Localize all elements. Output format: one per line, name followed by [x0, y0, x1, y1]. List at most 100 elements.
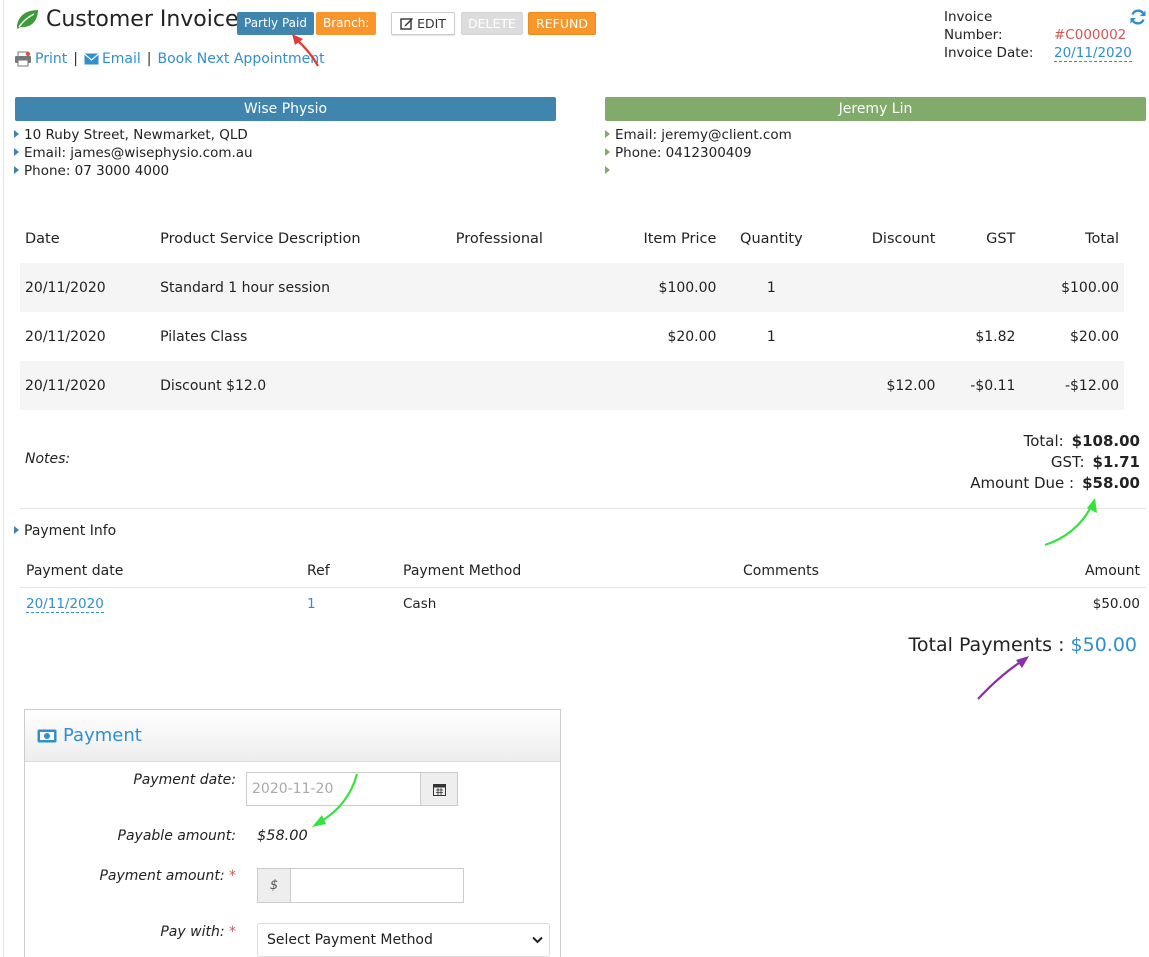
- client-details: Email: jeremy@client.com Phone: 04123004…: [605, 126, 792, 180]
- table-cell: [821, 263, 941, 312]
- payable-amount-value: $58.00: [257, 828, 308, 844]
- table-row: 20/11/2020 Discount $12.0 $12.00 -$0.11 …: [20, 361, 1124, 410]
- table-row: 20/11/2020 Standard 1 hour session $100.…: [20, 263, 1124, 312]
- leaf-icon: [17, 10, 38, 29]
- business-phone: Phone: 07 3000 4000: [24, 163, 170, 179]
- client-email: Email: jeremy@client.com: [615, 127, 792, 143]
- caret-right-icon: [605, 148, 610, 156]
- divider: [20, 508, 1146, 509]
- table-cell: [821, 312, 940, 361]
- column-header: Date: [25, 230, 60, 247]
- edit-icon: [400, 18, 414, 30]
- table-cell: Standard 1 hour session: [155, 263, 451, 312]
- payment-panel: Payment Payment date: 2020-11-20 Payable…: [24, 709, 561, 957]
- edit-button-label: EDIT: [417, 16, 446, 31]
- pay-with-label: Pay with: *: [25, 924, 236, 940]
- business-name-header: Wise Physio: [15, 97, 556, 121]
- table-cell: Cash: [403, 595, 437, 612]
- printer-icon: [15, 51, 31, 67]
- payments-table: Payment date Ref Payment Method Comments…: [20, 556, 1146, 620]
- business-address: 10 Ruby Street, Newmarket, QLD: [24, 127, 248, 143]
- table-cell: 1: [766, 328, 776, 345]
- banknote-icon: [37, 729, 57, 742]
- column-header: Total: [1085, 230, 1119, 247]
- column-header: Payment Method: [397, 556, 737, 588]
- table-cell: $100.00: [563, 263, 722, 312]
- currency-addon: $: [257, 868, 291, 903]
- table-cell: 1: [721, 263, 822, 312]
- invoice-meta: Invoice Number: #C000002 Invoice Date: 20/…: [944, 8, 1132, 62]
- payment-amount-input[interactable]: [291, 868, 464, 903]
- gst-value: $1.71: [1092, 453, 1140, 471]
- table-cell: 20/11/2020: [25, 328, 106, 345]
- pay-with-label-text: Pay with:: [160, 924, 225, 940]
- table-row: 20/11/2020 1 Cash $50.00: [20, 587, 1146, 620]
- branch-badge: Branch:: [316, 12, 377, 35]
- edit-button[interactable]: EDIT: [391, 12, 455, 35]
- table-cell: $50.00: [1092, 595, 1140, 612]
- payment-amount-label: Payment amount: *: [25, 868, 236, 884]
- business-details: 10 Ruby Street, Newmarket, QLD Email: ja…: [14, 126, 253, 180]
- total-payments-value: $50.00: [1070, 634, 1137, 656]
- table-cell: [450, 263, 564, 312]
- chevron-down-icon: [532, 936, 543, 944]
- payment-ref-link[interactable]: 1: [301, 587, 397, 620]
- column-header: Amount: [987, 556, 1146, 588]
- calendar-button[interactable]: [420, 772, 458, 806]
- table-cell: 20/11/2020: [20, 361, 156, 410]
- column-header: Comments: [737, 556, 987, 588]
- column-header: Professional: [455, 230, 543, 247]
- table-row: 20/11/2020 Pilates Class $20.00 1 $1.82 …: [20, 312, 1124, 361]
- amount-due-value: $58.00: [1082, 474, 1140, 492]
- table-cell: Discount $12.0: [155, 361, 451, 410]
- table-cell: [940, 263, 1021, 312]
- page-title: Customer Invoice: [14, 6, 239, 32]
- table-cell: -$0.11: [940, 361, 1021, 410]
- invoice-date-label: Invoice Date:: [944, 45, 1034, 61]
- payment-date-link[interactable]: 20/11/2020: [26, 595, 104, 613]
- delete-button[interactable]: DELETE: [461, 12, 523, 35]
- required-mark: *: [229, 924, 236, 940]
- invoice-number-label: Invoice Number:: [944, 9, 1003, 43]
- book-appointment-link[interactable]: Book Next Appointment: [158, 51, 325, 67]
- column-header: Item Price: [643, 230, 717, 247]
- client-name-header: Jeremy Lin: [605, 97, 1146, 121]
- payment-panel-header: Payment: [25, 710, 560, 762]
- table-cell: $1.82: [975, 328, 1016, 345]
- calendar-icon: [432, 783, 446, 796]
- table-cell: [450, 361, 564, 410]
- table-cell: Pilates Class: [160, 328, 248, 345]
- table-cell: [563, 361, 722, 410]
- caret-right-icon: [14, 130, 19, 138]
- notes-label: Notes:: [25, 451, 71, 467]
- caret-right-icon: [14, 166, 19, 174]
- invoice-number: #C000002: [1054, 27, 1127, 43]
- table-cell: [737, 587, 987, 620]
- payment-amount-label-text: Payment amount:: [99, 868, 225, 884]
- caret-right-icon: [14, 526, 19, 534]
- invoice-date[interactable]: 20/11/2020: [1054, 45, 1132, 62]
- invoice-totals: Total: $108.00 GST: $1.71 Amount Due : $58.…: [970, 431, 1140, 494]
- gst-label: GST:: [1050, 453, 1085, 471]
- payment-method-select[interactable]: Select Payment Method: [257, 923, 550, 957]
- table-cell: $20.00: [667, 328, 717, 345]
- email-link[interactable]: Email: [102, 51, 141, 67]
- business-email: Email: james@wisephysio.com.au: [24, 145, 253, 161]
- table-cell: [451, 312, 563, 361]
- payment-info-heading[interactable]: Payment Info: [14, 523, 116, 539]
- status-badge: Partly Paid: [237, 12, 314, 35]
- table-cell: $12.00: [821, 361, 941, 410]
- refund-button[interactable]: REFUND: [528, 12, 596, 35]
- column-header: Payment date: [20, 556, 301, 588]
- required-mark: *: [229, 868, 236, 884]
- envelope-icon: [84, 53, 99, 65]
- invoice-items-table: Date Product Service Description Profess…: [20, 214, 1124, 410]
- print-link[interactable]: Print: [35, 51, 67, 67]
- payable-amount-label: Payable amount:: [117, 828, 236, 844]
- table-header-row: Date Product Service Description Profess…: [20, 214, 1124, 263]
- caret-right-icon: [14, 148, 19, 156]
- payment-date-input[interactable]: 2020-11-20: [246, 772, 420, 806]
- total-payments-label: Total Payments :: [908, 634, 1065, 656]
- payment-info-title: Payment Info: [24, 523, 117, 539]
- refresh-icon[interactable]: [1129, 8, 1147, 26]
